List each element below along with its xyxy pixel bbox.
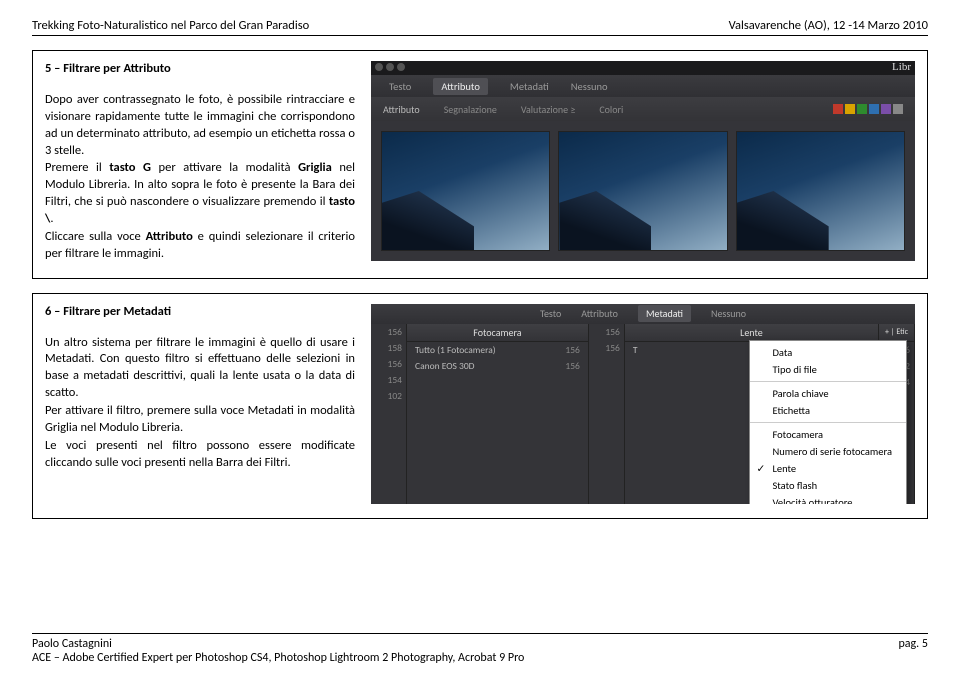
color-swatch[interactable] bbox=[869, 104, 879, 114]
section-5-title: 5 – Filtrare per Attributo bbox=[45, 61, 355, 78]
section-5-body: Dopo aver contrassegnato le foto, è poss… bbox=[45, 92, 355, 263]
section-5-text: 5 – Filtrare per Attributo Dopo aver con… bbox=[45, 61, 355, 264]
color-swatch[interactable] bbox=[881, 104, 891, 114]
tab-testo[interactable]: Testo bbox=[540, 307, 561, 320]
tab-nessuno[interactable]: Nessuno bbox=[571, 80, 608, 93]
menu-item[interactable]: Numero di serie fotocamera bbox=[750, 443, 906, 460]
menu-item[interactable]: Etichetta bbox=[750, 402, 906, 419]
filter-tabbar-2: Testo Attributo Metadati Nessuno bbox=[371, 304, 915, 324]
tab-nessuno[interactable]: Nessuno bbox=[711, 307, 746, 320]
menu-item[interactable]: Lente bbox=[750, 460, 906, 477]
menu-item[interactable]: Fotocamera bbox=[750, 426, 906, 443]
list-item[interactable]: Tutto (1 Fotocamera)156 bbox=[407, 342, 588, 358]
col-fotocamera: Fotocamera Tutto (1 Fotocamera)156Canon … bbox=[407, 324, 589, 504]
filter-tabbar: Testo Attributo Metadati Nessuno bbox=[371, 75, 915, 97]
list-item: 158 bbox=[371, 340, 406, 356]
header-right: Valsavarenche (AO), 12 -14 Marzo 2010 bbox=[729, 18, 928, 33]
list-item: 102 bbox=[371, 388, 406, 404]
tab-testo[interactable]: Testo bbox=[389, 80, 411, 93]
color-swatch[interactable] bbox=[857, 104, 867, 114]
traffic-lights[interactable] bbox=[375, 63, 405, 71]
color-swatch[interactable] bbox=[845, 104, 855, 114]
menu-item[interactable]: Velocità otturatore bbox=[750, 494, 906, 504]
section-6-title: 6 – Filtrare per Metadati bbox=[45, 304, 355, 321]
module-label: Libr bbox=[892, 61, 911, 73]
thumbnail[interactable] bbox=[381, 131, 550, 251]
footer-rule bbox=[32, 633, 928, 634]
color-swatch[interactable] bbox=[893, 104, 903, 114]
page-footer: Paolo Castagnini pag. 5 ACE – Adobe Cert… bbox=[32, 633, 928, 665]
section-6-image: Testo Attributo Metadati Nessuno 1561581… bbox=[371, 304, 915, 504]
section-5: 5 – Filtrare per Attributo Dopo aver con… bbox=[32, 50, 928, 279]
attr-colori-label: Colori bbox=[599, 103, 623, 116]
page-header: Trekking Foto-Naturalistico nel Parco de… bbox=[32, 18, 928, 33]
footer-cert: ACE – Adobe Certified Expert per Photosh… bbox=[32, 651, 928, 665]
thumbnail-grid bbox=[371, 121, 915, 261]
attr-segnalazione[interactable]: Segnalazione bbox=[444, 103, 497, 116]
section-6: 6 – Filtrare per Metadati Un altro siste… bbox=[32, 293, 928, 519]
thumbnail[interactable] bbox=[558, 131, 727, 251]
section-6-body: Un altro sistema per filtrare le immagin… bbox=[45, 335, 355, 472]
tab-metadati[interactable]: Metadati bbox=[510, 80, 549, 93]
header-rule bbox=[32, 35, 928, 36]
color-swatches[interactable] bbox=[833, 104, 903, 114]
list-item: 156 bbox=[589, 340, 624, 356]
footer-page: pag. 5 bbox=[898, 637, 928, 651]
color-swatch[interactable] bbox=[833, 104, 843, 114]
section-6-text: 6 – Filtrare per Metadati Un altro siste… bbox=[45, 304, 355, 473]
tab-attributo[interactable]: Attributo bbox=[581, 307, 618, 320]
list-item: 154 bbox=[371, 372, 406, 388]
lightroom-metadati-screenshot: Testo Attributo Metadati Nessuno 1561581… bbox=[371, 304, 915, 504]
attributo-bar: Attributo Segnalazione Valutazione ≥ Col… bbox=[371, 97, 915, 121]
menu-item[interactable]: Stato flash bbox=[750, 477, 906, 494]
attr-label: Attributo bbox=[383, 103, 420, 116]
header-left: Trekking Foto-Naturalistico nel Parco de… bbox=[32, 18, 309, 33]
col-header-fotocamera[interactable]: Fotocamera bbox=[407, 324, 588, 342]
list-item: 156 bbox=[589, 324, 624, 340]
list-item: 156 bbox=[371, 356, 406, 372]
col-numbers-left: 156158156154102 bbox=[371, 324, 407, 504]
section-5-image: Libr Testo Attributo Metadati Nessuno At… bbox=[371, 61, 915, 261]
attr-valutazione[interactable]: Valutazione ≥ bbox=[521, 103, 575, 116]
col-numbers-mid: 156156 bbox=[589, 324, 625, 504]
list-item: 156 bbox=[371, 324, 406, 340]
thumbnail[interactable] bbox=[736, 131, 905, 251]
tab-metadati[interactable]: Metadati bbox=[638, 305, 691, 322]
window-titlebar: Libr bbox=[371, 61, 915, 75]
menu-item[interactable]: Parola chiave bbox=[750, 385, 906, 402]
menu-item[interactable]: Data bbox=[750, 344, 906, 361]
tab-attributo[interactable]: Attributo bbox=[433, 78, 488, 95]
metadata-field-menu[interactable]: DataTipo di file Parola chiaveEtichetta Fo… bbox=[749, 340, 907, 504]
footer-author: Paolo Castagnini bbox=[32, 637, 112, 651]
menu-item[interactable]: Tipo di file bbox=[750, 361, 906, 378]
list-item[interactable]: Canon EOS 30D156 bbox=[407, 358, 588, 374]
lightroom-attributo-screenshot: Libr Testo Attributo Metadati Nessuno At… bbox=[371, 61, 915, 261]
